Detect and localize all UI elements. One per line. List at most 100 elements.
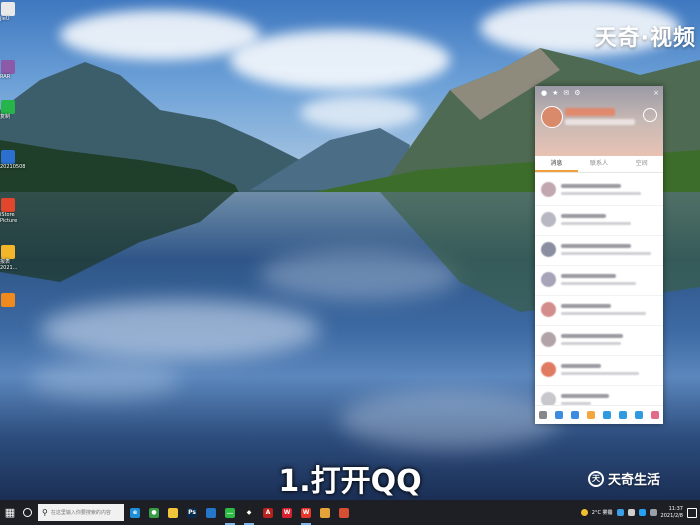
desktop-icon[interactable] <box>0 293 18 307</box>
folder-icon[interactable] <box>587 411 595 419</box>
last-message <box>561 342 621 345</box>
contact-name <box>561 244 631 248</box>
weather-icon[interactable] <box>580 509 588 516</box>
last-message <box>561 372 639 375</box>
qq-close-icon[interactable]: × <box>653 89 659 97</box>
qq-icon-glyph: ◆ <box>244 507 254 518</box>
contact-avatar <box>541 362 556 377</box>
photoshop-icon-glyph: Ps <box>187 507 197 518</box>
clock[interactable]: 11:37 2021/2/8 <box>661 506 683 520</box>
qq-nickname <box>565 108 615 116</box>
search-placeholder: 在这里输入你要搜索的内容 <box>50 510 111 516</box>
volume-icon[interactable] <box>627 509 635 516</box>
notes-icon[interactable] <box>317 500 333 525</box>
qq-conversation-item[interactable] <box>535 296 663 326</box>
last-message <box>561 192 641 195</box>
contact-avatar <box>541 302 556 317</box>
desktop-icon[interactable]: 复制 <box>0 100 18 120</box>
qzone-icon[interactable] <box>635 411 643 419</box>
desktop-icon-label: 报表 2021... <box>0 259 18 271</box>
qq-icon[interactable]: ◆ <box>241 500 257 525</box>
desktop-icon[interactable]: RAR <box>0 60 18 80</box>
qq-search-icon[interactable] <box>643 108 657 122</box>
contact-name <box>561 274 616 278</box>
star-icon[interactable] <box>603 411 611 419</box>
explorer-icon-glyph <box>168 507 178 518</box>
desktop-icon-label: 20210508 <box>0 164 26 170</box>
battery-icon[interactable] <box>649 509 657 516</box>
store-icon[interactable] <box>203 500 219 525</box>
qq-signature[interactable] <box>565 119 635 125</box>
qq-conversation-item[interactable] <box>535 356 663 386</box>
desktop-icon-image <box>1 150 15 164</box>
desktop-icon[interactable]: 报表 2021... <box>0 245 18 271</box>
qq-conversation-item[interactable] <box>535 206 663 236</box>
wechat-icon[interactable]: … <box>222 500 238 525</box>
wechat-icon-glyph: … <box>225 507 235 518</box>
gamepad-icon[interactable] <box>619 411 627 419</box>
desktop-icon-image <box>1 245 15 259</box>
last-message <box>561 222 631 225</box>
network-icon[interactable] <box>616 509 624 516</box>
media-icon[interactable] <box>336 500 352 525</box>
step-caption: 1.打开QQ <box>278 464 422 499</box>
qq-tab[interactable]: 空间 <box>620 156 663 172</box>
qq-avatar[interactable] <box>541 106 563 128</box>
desktop-icon[interactable]: jieU <box>0 2 18 22</box>
last-message <box>561 252 651 255</box>
qq-conversation-item[interactable] <box>535 326 663 356</box>
desktop-icon-image <box>1 100 15 114</box>
contact-avatar <box>541 182 556 197</box>
qq-conversation-item[interactable] <box>535 176 663 206</box>
explorer-icon[interactable] <box>165 500 181 525</box>
qq-mail-icon[interactable]: ✉ <box>563 89 569 97</box>
taskbar-apps: e ● Ps… ◆ A W W <box>124 500 352 525</box>
qq-tab[interactable]: 联系人 <box>578 156 621 172</box>
contact-avatar <box>541 212 556 227</box>
qq-titlebar[interactable]: ● ★ ✉ ⚙ × <box>535 86 663 100</box>
game-icon[interactable] <box>571 411 579 419</box>
menu-icon[interactable] <box>539 411 547 419</box>
acrobat-icon[interactable]: A <box>260 500 276 525</box>
contact-name <box>561 184 621 188</box>
edge-icon-glyph: e <box>130 507 140 518</box>
clock-time: 11:37 <box>668 505 683 512</box>
qq-tab[interactable]: 消息 <box>535 156 578 172</box>
last-message <box>561 312 646 315</box>
chrome-icon[interactable]: ● <box>146 500 162 525</box>
desktop-icon-image <box>1 293 15 307</box>
wps-writer-icon-glyph: W <box>301 507 311 518</box>
qq-conversation-item[interactable] <box>535 266 663 296</box>
photoshop-icon[interactable]: Ps <box>184 500 200 525</box>
wps-writer-icon[interactable]: W <box>298 500 314 525</box>
qq-window[interactable]: ● ★ ✉ ⚙ × 消息 联系人 空间 <box>535 86 663 424</box>
qq-skin-icon[interactable]: ★ <box>552 89 558 97</box>
weather-text[interactable]: 2°C 雾霾 <box>592 509 613 516</box>
contacts-icon[interactable] <box>555 411 563 419</box>
desktop-icon[interactable]: iStore Picture <box>0 198 18 224</box>
notes-icon-glyph <box>320 507 330 518</box>
desktop-icon-label: 复制 <box>0 114 11 120</box>
store-icon-glyph <box>206 507 216 518</box>
qq-conversation-item[interactable] <box>535 236 663 266</box>
edge-icon[interactable]: e <box>127 500 143 525</box>
last-message <box>561 282 636 285</box>
contact-name <box>561 304 611 308</box>
input-method-icon[interactable] <box>638 509 646 516</box>
acrobat-icon-glyph: A <box>263 507 273 518</box>
contact-name <box>561 364 601 368</box>
qq-settings-icon[interactable]: ⚙ <box>574 89 580 97</box>
taskbar-search[interactable]: ⚲ 在这里输入你要搜索的内容 <box>38 504 124 521</box>
desktop-icon[interactable]: 20210508 <box>0 150 26 170</box>
notification-icon[interactable] <box>687 507 697 518</box>
qq-logo-icon: ● <box>541 89 548 97</box>
cortana-icon[interactable] <box>20 500 34 525</box>
contact-avatar <box>541 332 556 347</box>
start-button[interactable]: ▦ <box>0 500 20 525</box>
apps-icon[interactable] <box>651 411 659 419</box>
wps-icon[interactable]: W <box>279 500 295 525</box>
desktop-icon-image <box>1 2 15 16</box>
qq-bottom-bar <box>535 405 663 424</box>
contact-name <box>561 214 606 218</box>
chrome-icon-glyph: ● <box>149 507 159 518</box>
